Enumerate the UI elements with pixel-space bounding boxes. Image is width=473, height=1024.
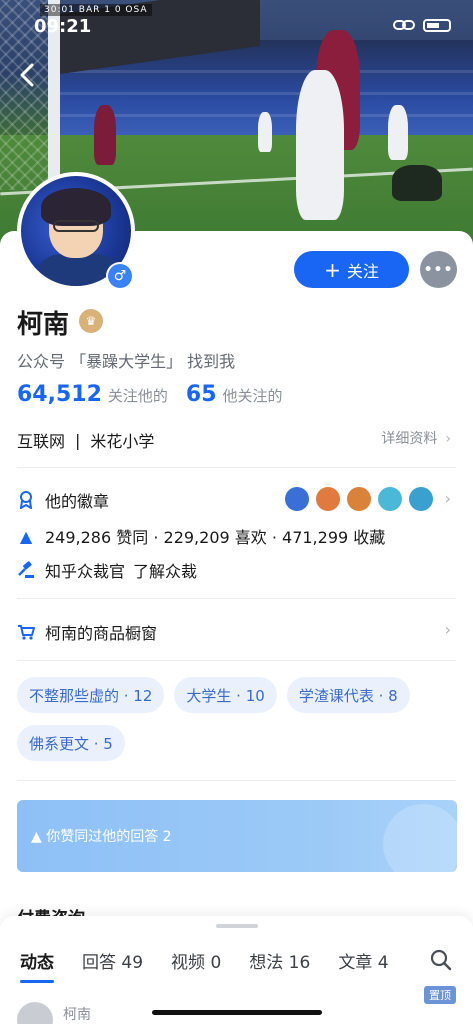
chevron-right-icon: ›	[444, 489, 451, 508]
home-indicator[interactable]	[152, 1010, 322, 1015]
medal-badge	[285, 487, 309, 511]
topic-tags: 不整那些虚的 · 12 大学生 · 10 学渣课代表 · 8 佛系更文 · 5	[17, 677, 457, 761]
cart-icon	[17, 623, 35, 641]
jury-label: 知乎众裁官	[45, 562, 126, 581]
avatar-glasses	[53, 220, 99, 232]
profile-meta: 互联网 | 米花小学	[17, 428, 154, 452]
stands-row	[60, 70, 473, 73]
stands-row	[60, 92, 473, 95]
triangle-up-icon: ▲	[31, 829, 42, 845]
status-icons	[393, 18, 451, 32]
medal-badge	[347, 487, 371, 511]
gender-badge: ♂	[106, 262, 134, 290]
divider	[17, 598, 456, 599]
player	[296, 70, 344, 220]
follow-button[interactable]: + 关注	[294, 251, 409, 288]
follow-label: 关注	[346, 261, 379, 281]
liked-answers-banner[interactable]: ▲ 你赞同过他的回答 2	[17, 800, 457, 872]
plus-icon: +	[324, 257, 341, 282]
engagement-stats: 249,286 赞同 · 229,209 喜欢 · 471,299 收藏	[45, 528, 386, 547]
shop-row[interactable]: 柯南的商品橱窗	[17, 620, 157, 644]
followers-count[interactable]: 64,512	[17, 382, 102, 407]
industry: 互联网	[17, 432, 66, 451]
player	[258, 112, 272, 152]
jury-row: 知乎众裁官 了解众裁	[17, 558, 197, 582]
player	[388, 105, 408, 160]
following-label[interactable]: 他关注的	[223, 385, 283, 406]
wechat-intro: 公众号 「暴躁大学生」 找到我	[17, 352, 236, 371]
topic-tag[interactable]: 佛系更文 · 5	[17, 725, 125, 761]
battery-icon	[423, 18, 451, 32]
tab-articles[interactable]: 文章 4	[338, 948, 388, 973]
divider	[17, 467, 456, 468]
divider	[17, 660, 456, 661]
topic-tag[interactable]: 学渣课代表 · 8	[286, 677, 410, 713]
gavel-icon	[17, 561, 35, 579]
tab-thoughts[interactable]: 想法 16	[249, 948, 310, 973]
divider	[17, 780, 456, 781]
banner-label: 你赞同过他的回答 2	[46, 829, 172, 845]
crown-icon[interactable]: ♛	[79, 309, 103, 333]
goalkeeper	[392, 165, 442, 201]
tab-activity[interactable]: 动态	[20, 948, 54, 983]
jury-link[interactable]: 了解众裁	[133, 558, 197, 582]
back-button[interactable]	[18, 62, 48, 92]
status-bar: 30:01 BAR 1 0 OSA 09:21	[0, 0, 473, 40]
medal-badge	[316, 487, 340, 511]
link-decoration-icon	[383, 804, 457, 872]
content-tabs: 动态 回答 49 视频 0 想法 16 文章 4	[20, 948, 389, 983]
triangle-up-icon: ▲	[19, 526, 33, 546]
message-button[interactable]: •••	[420, 251, 457, 288]
chevron-left-icon	[20, 63, 34, 87]
link-icon	[393, 20, 415, 30]
meta-separator: |	[75, 430, 81, 450]
banner-text: ▲ 你赞同过他的回答 2	[31, 826, 172, 846]
chat-bubble-icon: •••	[423, 261, 454, 278]
drag-handle[interactable]	[216, 924, 258, 928]
detail-label: 详细资料	[381, 431, 438, 447]
chevron-right-icon: ›	[445, 431, 451, 447]
badges-label: 他的徽章	[45, 492, 110, 511]
player	[94, 105, 116, 165]
medal-icon	[17, 491, 35, 509]
badges-row[interactable]: 他的徽章	[17, 488, 109, 512]
medal-list[interactable]	[285, 487, 433, 511]
stats-row: ▲ 249,286 赞同 · 229,209 喜欢 · 471,299 收藏	[17, 524, 385, 548]
tab-answers[interactable]: 回答 49	[82, 948, 143, 973]
content-sheet: 动态 回答 49 视频 0 想法 16 文章 4 置顶 柯南	[0, 916, 473, 1024]
feed-author-name[interactable]: 柯南	[63, 1004, 91, 1024]
medal-badge	[409, 487, 433, 511]
score-overlay: 30:01 BAR 1 0 OSA	[40, 4, 152, 16]
shop-label: 柯南的商品橱窗	[45, 624, 158, 643]
male-icon: ♂	[108, 264, 132, 288]
tab-videos[interactable]: 视频 0	[171, 948, 221, 973]
topic-tag[interactable]: 大学生 · 10	[174, 677, 277, 713]
school: 米花小学	[90, 432, 155, 451]
following-count[interactable]: 65	[186, 382, 217, 407]
topic-tag[interactable]: 不整那些虚的 · 12	[17, 677, 165, 713]
chevron-right-icon: ›	[444, 620, 451, 639]
medal-badge	[378, 487, 402, 511]
feed-avatar[interactable]	[17, 1002, 53, 1024]
search-icon[interactable]	[429, 948, 453, 972]
detail-link[interactable]: 详细资料 ›	[381, 428, 451, 448]
followers-label[interactable]: 关注他的	[108, 385, 168, 406]
pinned-badge: 置顶	[424, 986, 456, 1004]
clock: 09:21	[34, 16, 92, 37]
profile-name: 柯南	[17, 310, 70, 340]
follow-stats: 64,512 关注他的 65 他关注的	[17, 382, 301, 407]
